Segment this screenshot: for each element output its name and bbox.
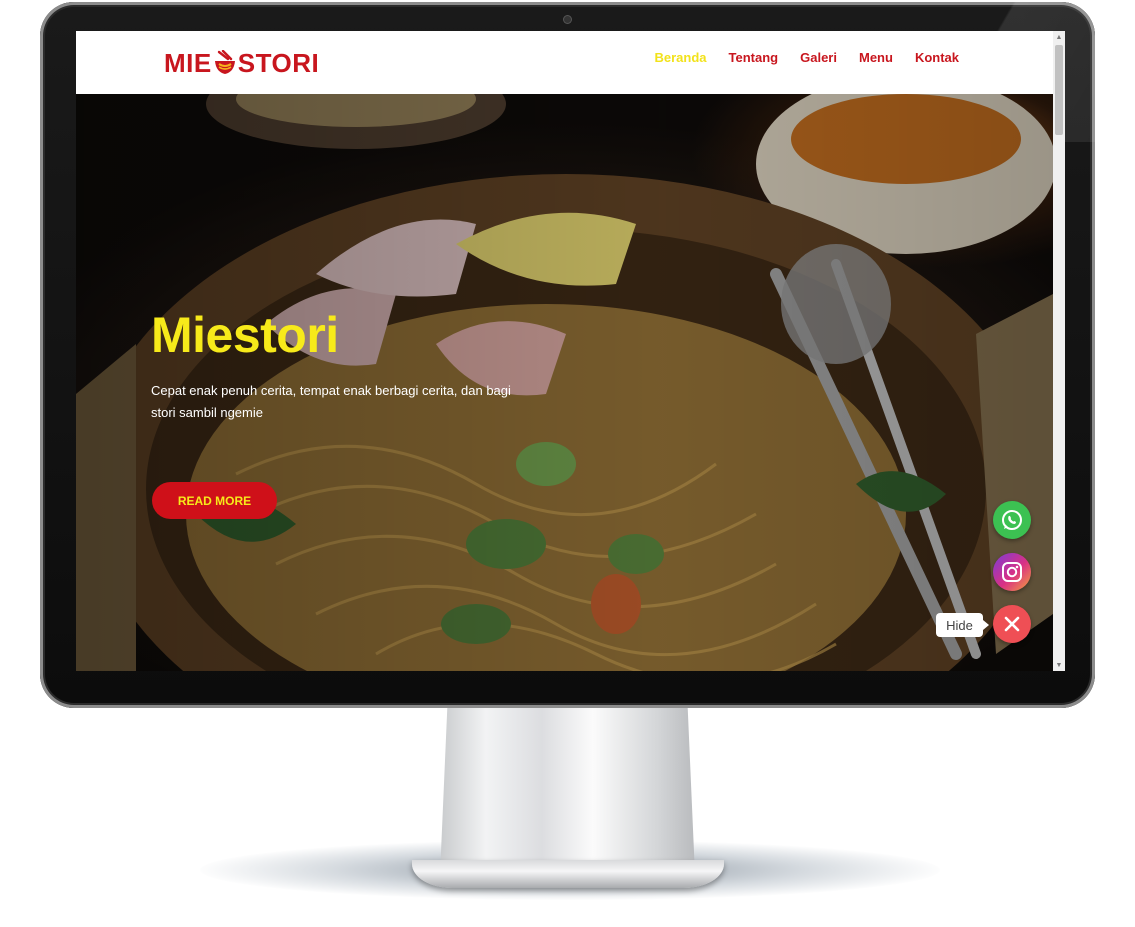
noodle-bowl-icon: [214, 49, 236, 76]
nav-item-galeri[interactable]: Galeri: [800, 50, 837, 65]
monitor-stand: [440, 700, 695, 875]
site-header: MIE STORI Beranda Tentang Galeri Menu Ko…: [76, 31, 1053, 94]
logo[interactable]: MIE STORI: [164, 48, 319, 78]
monitor-stand-base: [412, 860, 724, 888]
nav-item-tentang[interactable]: Tentang: [729, 50, 779, 65]
whatsapp-icon: [1002, 510, 1022, 530]
nav-item-menu[interactable]: Menu: [859, 50, 893, 65]
hide-tooltip: Hide: [936, 613, 989, 637]
scroll-down-arrow-icon[interactable]: ▼: [1053, 659, 1065, 671]
scroll-up-arrow-icon[interactable]: ▲: [1053, 31, 1065, 43]
read-more-button[interactable]: READ MORE: [152, 482, 277, 519]
hero-section: Miestori Cepat enak penuh cerita, tempat…: [76, 94, 1053, 671]
close-icon: [1004, 616, 1020, 632]
scrollbar[interactable]: ▲ ▼: [1053, 31, 1065, 671]
scroll-thumb[interactable]: [1055, 45, 1063, 135]
logo-text-right: STORI: [237, 47, 320, 78]
logo-text-left: MIE: [164, 47, 212, 78]
browser-viewport: MIE STORI Beranda Tentang Galeri Menu Ko…: [76, 31, 1065, 671]
hero-description: Cepat enak penuh cerita, tempat enak ber…: [151, 383, 511, 420]
camera-icon: [564, 16, 571, 23]
nav-item-kontak[interactable]: Kontak: [915, 50, 959, 65]
close-floating-button[interactable]: [993, 605, 1031, 643]
whatsapp-button[interactable]: [993, 501, 1031, 539]
hero-title: Miestori: [151, 307, 339, 363]
main-nav: Beranda Tentang Galeri Menu Kontak: [655, 50, 960, 65]
instagram-icon: [1002, 562, 1022, 582]
nav-item-beranda[interactable]: Beranda: [655, 50, 707, 65]
instagram-button[interactable]: [993, 553, 1031, 591]
